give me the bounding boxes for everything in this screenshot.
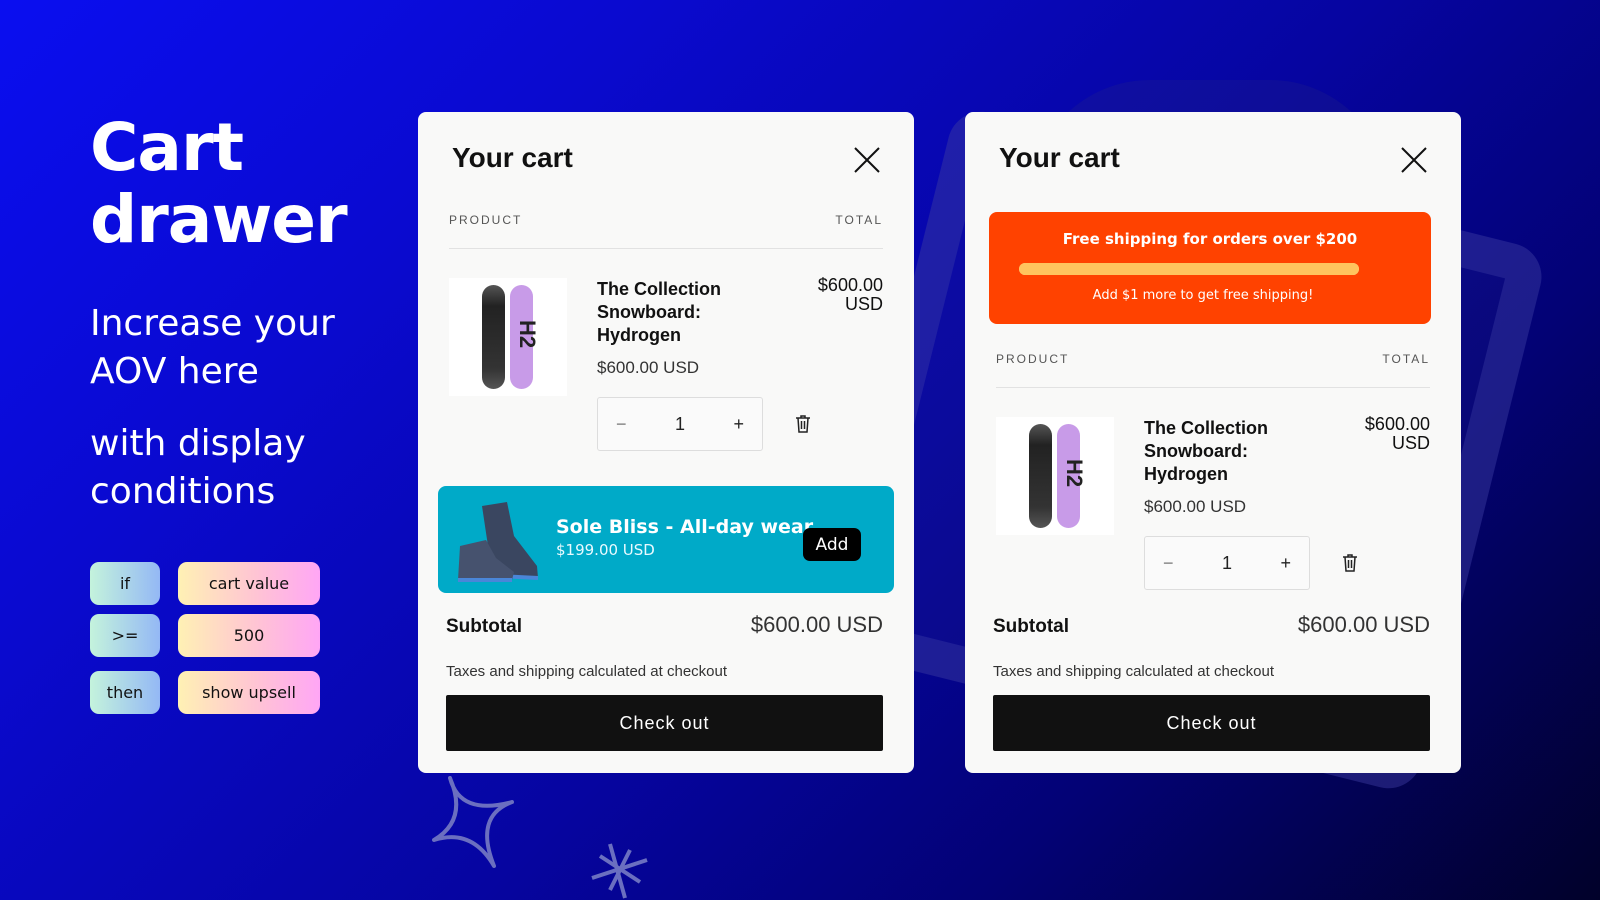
shipping-progress-bar	[1019, 263, 1359, 275]
column-headers: PRODUCT TOTAL	[996, 352, 1430, 366]
decrease-quantity-button[interactable]: −	[1163, 553, 1174, 574]
cart-drawer-upsell: Your cart PRODUCT TOTAL H2 The Collectio…	[418, 112, 914, 773]
divider	[996, 387, 1430, 388]
subtotal-value: $600.00 USD	[750, 612, 883, 637]
shoe-image	[458, 502, 539, 582]
close-icon[interactable]	[1400, 146, 1428, 174]
quantity-stepper: − 1 +	[1144, 536, 1310, 590]
sparkle-icon	[432, 776, 514, 868]
shipping-note: Add $1 more to get free shipping!	[1092, 288, 1314, 303]
hero-subtitle-line: Increase your	[90, 303, 335, 344]
cart-title: Your cart	[452, 142, 573, 173]
hero-subtitle: Increase your AOV here	[90, 300, 347, 396]
checkout-button[interactable]: Check out	[993, 695, 1430, 751]
subtotal-label: Subtotal	[993, 616, 1069, 637]
hero-subtitle-2: with display conditions	[90, 420, 347, 516]
checkout-button[interactable]: Check out	[446, 695, 883, 751]
quantity-input[interactable]: 1	[675, 414, 685, 435]
hero-subtitle-line: conditions	[90, 471, 276, 512]
hero-title: Cart drawer	[90, 109, 348, 258]
line-total-amount: $600.00	[1364, 414, 1430, 434]
subtotal-label: Subtotal	[446, 616, 522, 637]
hero-title-line: drawer	[90, 181, 348, 258]
snowboard-image: H2	[1057, 424, 1087, 528]
column-total: TOTAL	[1382, 352, 1430, 366]
cart-line-item: H2 The Collection Snowboard: Hydrogen $6…	[449, 276, 883, 458]
condition-key-pill: if	[90, 562, 160, 605]
shipping-progress-fill	[1019, 263, 1359, 275]
add-upsell-button[interactable]: Add	[803, 528, 861, 561]
column-product: PRODUCT	[996, 352, 1070, 366]
line-total-amount: $600.00	[817, 275, 883, 295]
asterisk-icon	[591, 843, 648, 899]
snowboard-image	[482, 285, 505, 389]
product-name[interactable]: The Collection Snowboard: Hydrogen	[1144, 417, 1324, 486]
free-shipping-bar: Free shipping for orders over $200 Add $…	[989, 212, 1431, 324]
quantity-stepper: − 1 +	[597, 397, 763, 451]
taxes-note: Taxes and shipping calculated at checkou…	[446, 663, 728, 680]
upsell-product-name: Sole Bliss - All-day wear	[556, 516, 814, 538]
hero: Cart drawer Increase your AOV here with …	[90, 109, 348, 516]
product-price: $600.00 USD	[1144, 497, 1247, 516]
column-product: PRODUCT	[449, 213, 523, 227]
quantity-input[interactable]: 1	[1222, 553, 1232, 574]
subtotal-value: $600.00 USD	[1297, 612, 1430, 637]
hero-subtitle-line: with display	[90, 423, 306, 464]
thumb-label: H2	[515, 319, 541, 349]
line-total: $600.00 USD	[1365, 415, 1430, 453]
column-headers: PRODUCT TOTAL	[449, 213, 883, 227]
thumb-label: H2	[1062, 458, 1088, 488]
divider	[449, 248, 883, 249]
line-total-currency: USD	[1391, 433, 1430, 453]
line-total: $600.00 USD	[818, 276, 883, 314]
product-name[interactable]: The Collection Snowboard: Hydrogen	[597, 278, 777, 347]
subtotal-row: Subtotal $600.00 USD	[993, 612, 1430, 638]
increase-quantity-button[interactable]: +	[733, 414, 744, 435]
taxes-note: Taxes and shipping calculated at checkou…	[993, 663, 1275, 680]
trash-icon[interactable]	[1342, 554, 1358, 572]
snowboard-image: H2	[510, 285, 540, 389]
cart-line-item: H2 The Collection Snowboard: Hydrogen $6…	[996, 415, 1430, 597]
condition-key-pill: then	[90, 671, 160, 714]
subtotal-row: Subtotal $600.00 USD	[446, 612, 883, 638]
hero-title-line: Cart	[90, 109, 244, 186]
product-thumbnail[interactable]: H2	[449, 278, 567, 396]
hero-subtitle-line: AOV here	[90, 351, 259, 392]
upsell-banner: Sole Bliss - All-day wear $199.00 USD Ad…	[438, 486, 894, 593]
condition-key-pill: >=	[90, 614, 160, 657]
column-total: TOTAL	[835, 213, 883, 227]
condition-value-pill: 500	[178, 614, 320, 657]
decrease-quantity-button[interactable]: −	[616, 414, 627, 435]
cart-drawer-free-shipping: Your cart Free shipping for orders over …	[965, 112, 1461, 773]
product-price: $600.00 USD	[597, 358, 700, 377]
condition-value-pill: show upsell	[178, 671, 320, 714]
shipping-title: Free shipping for orders over $200	[1062, 230, 1358, 248]
trash-icon[interactable]	[795, 415, 811, 433]
line-total-currency: USD	[844, 294, 883, 314]
condition-value-pill: cart value	[178, 562, 320, 605]
snowboard-image	[1029, 424, 1052, 528]
close-icon[interactable]	[853, 146, 881, 174]
increase-quantity-button[interactable]: +	[1280, 553, 1291, 574]
cart-title: Your cart	[999, 142, 1120, 173]
product-thumbnail[interactable]: H2	[996, 417, 1114, 535]
upsell-product-price: $199.00 USD	[556, 541, 655, 559]
